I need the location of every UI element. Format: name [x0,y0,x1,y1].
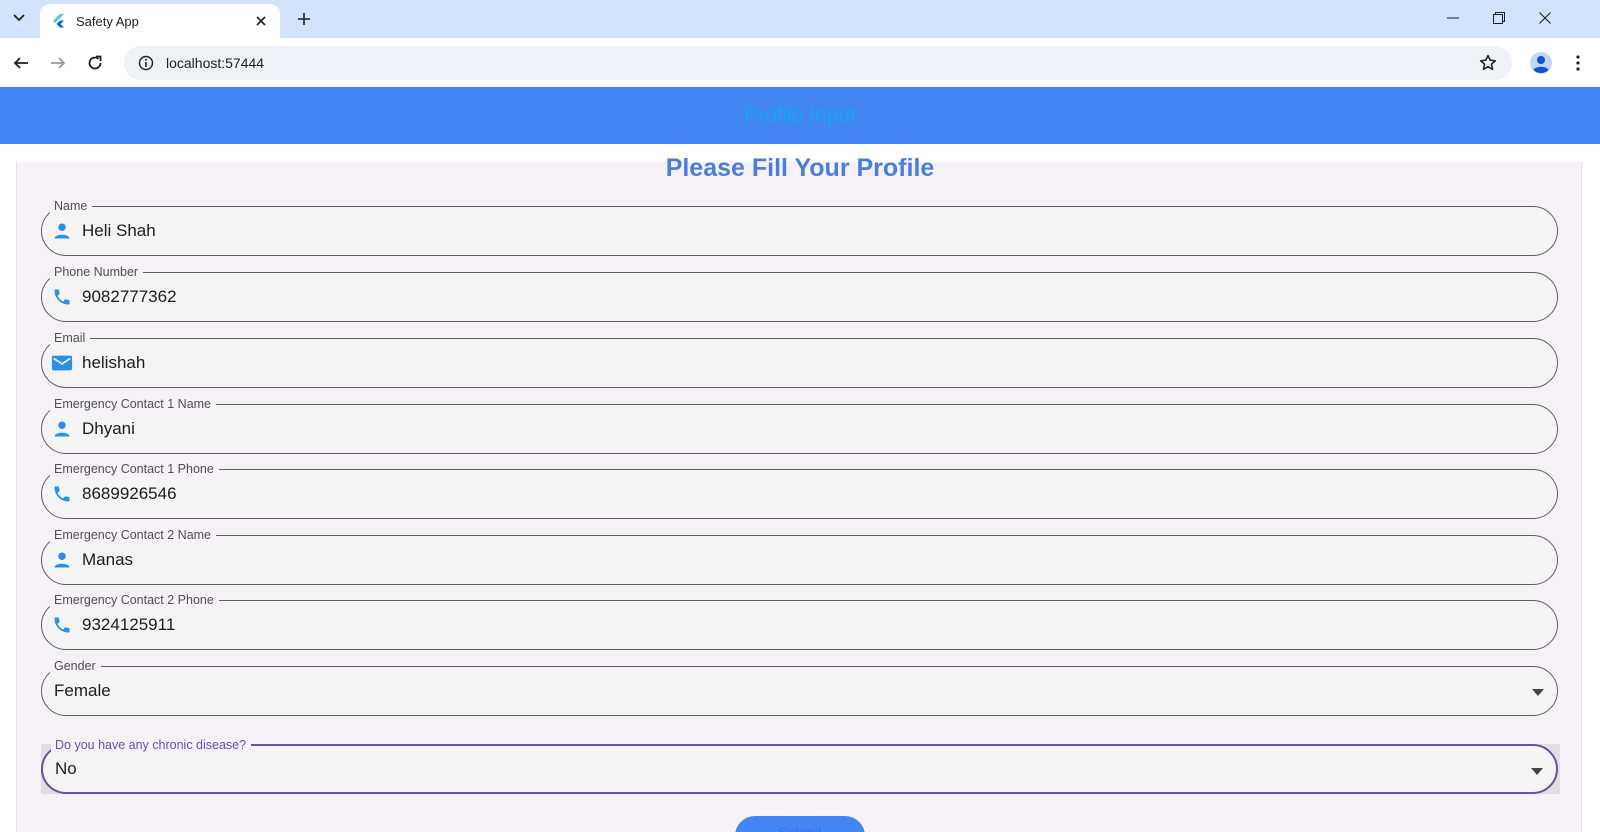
form-heading: Please Fill Your Profile [665,154,935,182]
field-label: Emergency Contact 1 Phone [50,461,219,477]
field-label: Email [50,330,91,346]
close-icon [1539,12,1551,24]
field-label: Name [50,198,93,214]
new-tab-button[interactable] [292,7,316,31]
phone-icon [50,285,74,309]
field-label: Do you have any chronic disease? [51,737,252,753]
person-icon [50,548,74,572]
dropdown-arrow-icon [1530,764,1544,778]
profile-avatar-icon[interactable] [1528,50,1554,76]
dropdown-value: No [55,759,77,778]
bookmark-star-icon[interactable] [1478,53,1498,73]
submit-label: Submit [778,824,822,832]
chevron-down-icon [13,14,25,22]
field-label: Emergency Contact 2 Name [50,527,217,543]
tab-close-icon[interactable] [252,12,270,30]
minimize-button[interactable] [1430,4,1476,32]
restore-icon [1493,12,1505,24]
field-value: 9082777362 [82,287,177,306]
name-field[interactable]: Name Heli Shah [41,198,1558,256]
field-value: Manas [82,550,134,569]
gender-dropdown[interactable]: Gender Female [41,658,1558,716]
field-label: Phone Number [50,264,144,280]
emergency-contact-2-name-field[interactable]: Emergency Contact 2 Name Manas [41,527,1558,585]
field-value: 8689926546 [82,484,177,503]
forward-button[interactable] [44,49,72,77]
page-content: Please Fill Your Profile Name Heli Shah … [0,144,1600,832]
plus-icon [298,13,310,25]
arrow-left-icon [13,57,28,69]
arrow-right-icon [51,57,66,69]
field-label: Emergency Contact 2 Phone [50,592,219,608]
email-field[interactable]: Email helishah [41,330,1558,388]
person-icon [50,417,74,441]
phone-icon [50,613,74,637]
tab-search-button[interactable] [6,6,32,30]
browser-tab[interactable]: Safety App [40,4,280,38]
app-bar: Profile Input [0,87,1600,144]
url-text: localhost:57444 [166,55,265,71]
emergency-contact-1-name-field[interactable]: Emergency Contact 1 Name Dhyani [41,396,1558,454]
field-label: Emergency Contact 1 Name [50,396,217,412]
app-title: Profile Input [743,103,857,127]
email-icon [50,351,74,375]
chronic-disease-dropdown[interactable]: Do you have any chronic disease? No [41,737,1558,794]
phone-number-field[interactable]: Phone Number 9082777362 [41,264,1558,322]
phone-icon [50,482,74,506]
restore-button[interactable] [1476,4,1522,32]
back-button[interactable] [7,49,35,77]
profile-form-card: Please Fill Your Profile Name Heli Shah … [16,154,1582,832]
field-value: Dhyani [82,419,135,438]
flutter-icon [53,14,64,28]
tab-title: Safety App [76,13,139,29]
reload-icon [88,55,102,70]
address-bar[interactable]: localhost:57444 [124,46,1512,80]
emergency-contact-1-phone-field[interactable]: Emergency Contact 1 Phone 8689926546 [41,461,1558,519]
person-icon [50,219,74,243]
emergency-contact-2-phone-field[interactable]: Emergency Contact 2 Phone 9324125911 [41,592,1558,650]
dropdown-value: Female [54,681,111,700]
close-window-button[interactable] [1522,4,1568,32]
site-info-icon[interactable] [136,53,156,73]
field-value: 9324125911 [82,615,176,634]
browser-tab-strip: Safety App [0,0,1600,38]
reload-button[interactable] [81,49,109,77]
field-value: helishah [82,353,146,372]
field-value: Heli Shah [82,221,156,240]
minimize-icon [1447,17,1459,19]
field-label: Gender [50,658,101,674]
browser-menu-icon[interactable] [1566,50,1590,76]
dropdown-arrow-icon [1531,685,1545,699]
browser-toolbar: localhost:57444 [0,38,1600,87]
submit-button[interactable]: Submit [735,816,865,832]
